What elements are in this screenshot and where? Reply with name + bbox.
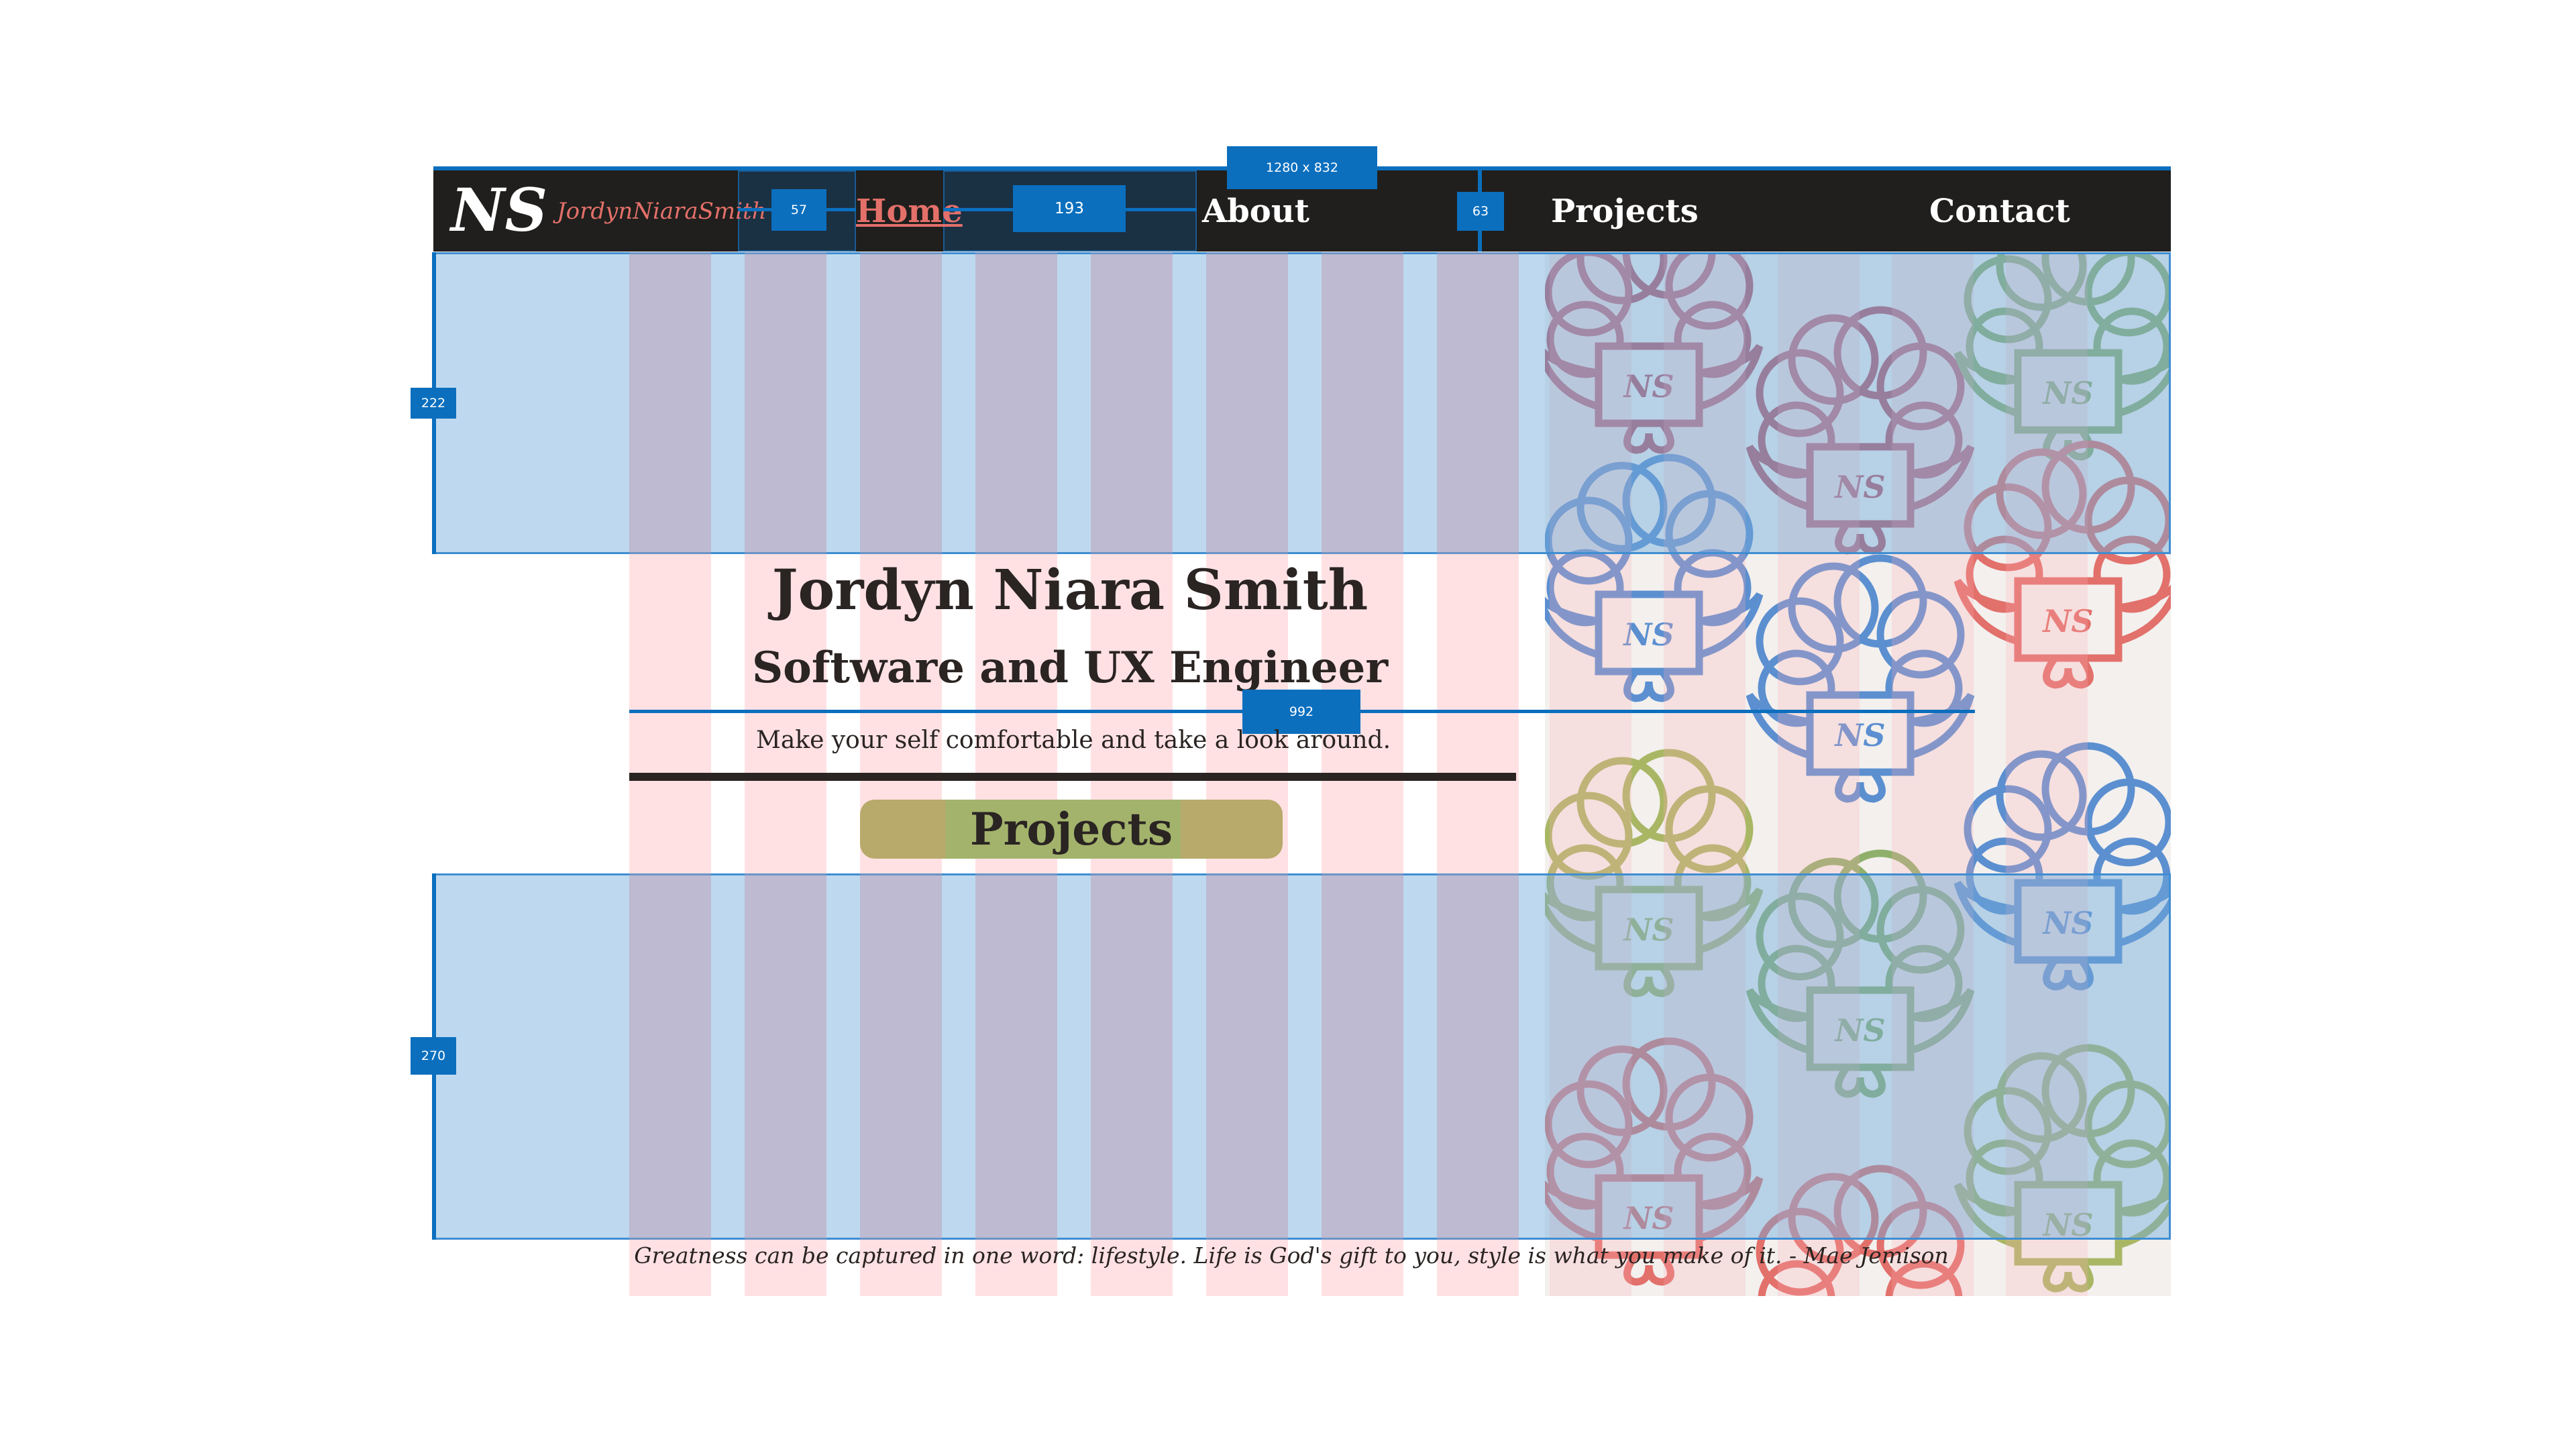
- nav-link-contact[interactable]: Contact: [1929, 188, 2070, 235]
- grid-column-band-segment: [860, 252, 942, 554]
- grid-column-band-segment: [975, 252, 1057, 554]
- grid-column-band-segment: [1206, 252, 1288, 554]
- projects-button-label: Projects: [969, 803, 1173, 855]
- grid-column-band-segment: [975, 873, 1057, 1240]
- grid-column-band-segment: [629, 873, 711, 1240]
- logo-mark[interactable]: NS: [451, 176, 547, 244]
- hero-divider: [629, 773, 1516, 781]
- hero-tagline: Make your self comfortable and take a lo…: [755, 727, 1391, 754]
- grid-column-band-segment: [1322, 873, 1403, 1240]
- canvas-size-tag: 1280 x 832: [1227, 146, 1377, 189]
- footer-quote: Greatness can be captured in one word: l…: [634, 1242, 1949, 1269]
- grid-column-band-segment: [745, 873, 826, 1240]
- nav-link-about[interactable]: About: [1202, 188, 1309, 235]
- nav-link-home[interactable]: Home: [856, 188, 963, 235]
- grid-column-band-segment: [1322, 252, 1403, 554]
- hero-name-heading: Jordyn Niara Smith: [771, 558, 1368, 623]
- grid-column-band-segment: [629, 252, 711, 554]
- measure-tag-222: 222: [411, 388, 456, 419]
- grid-column-band-segment: [1437, 252, 1519, 554]
- logo-wordmark[interactable]: JordynNiaraSmith: [557, 191, 767, 231]
- grid-column-band-segment: [1091, 252, 1173, 554]
- measure-tag-63: 63: [1457, 192, 1504, 231]
- hero-role-subheading: Software and UX Engineer: [751, 643, 1389, 693]
- projects-button[interactable]: Projects: [860, 800, 1283, 859]
- measure-tag-57: 57: [771, 189, 826, 231]
- grid-column-band-segment: [1437, 873, 1519, 1240]
- nav-link-projects[interactable]: Projects: [1551, 188, 1699, 235]
- grid-column-band-segment: [1206, 873, 1288, 1240]
- measure-tag-270: 270: [411, 1037, 456, 1075]
- grid-column-band-segment: [1091, 873, 1173, 1240]
- measure-tag-193: 193: [1013, 185, 1126, 232]
- grid-column-band-segment: [745, 252, 826, 554]
- grid-column-band-segment: [860, 873, 942, 1240]
